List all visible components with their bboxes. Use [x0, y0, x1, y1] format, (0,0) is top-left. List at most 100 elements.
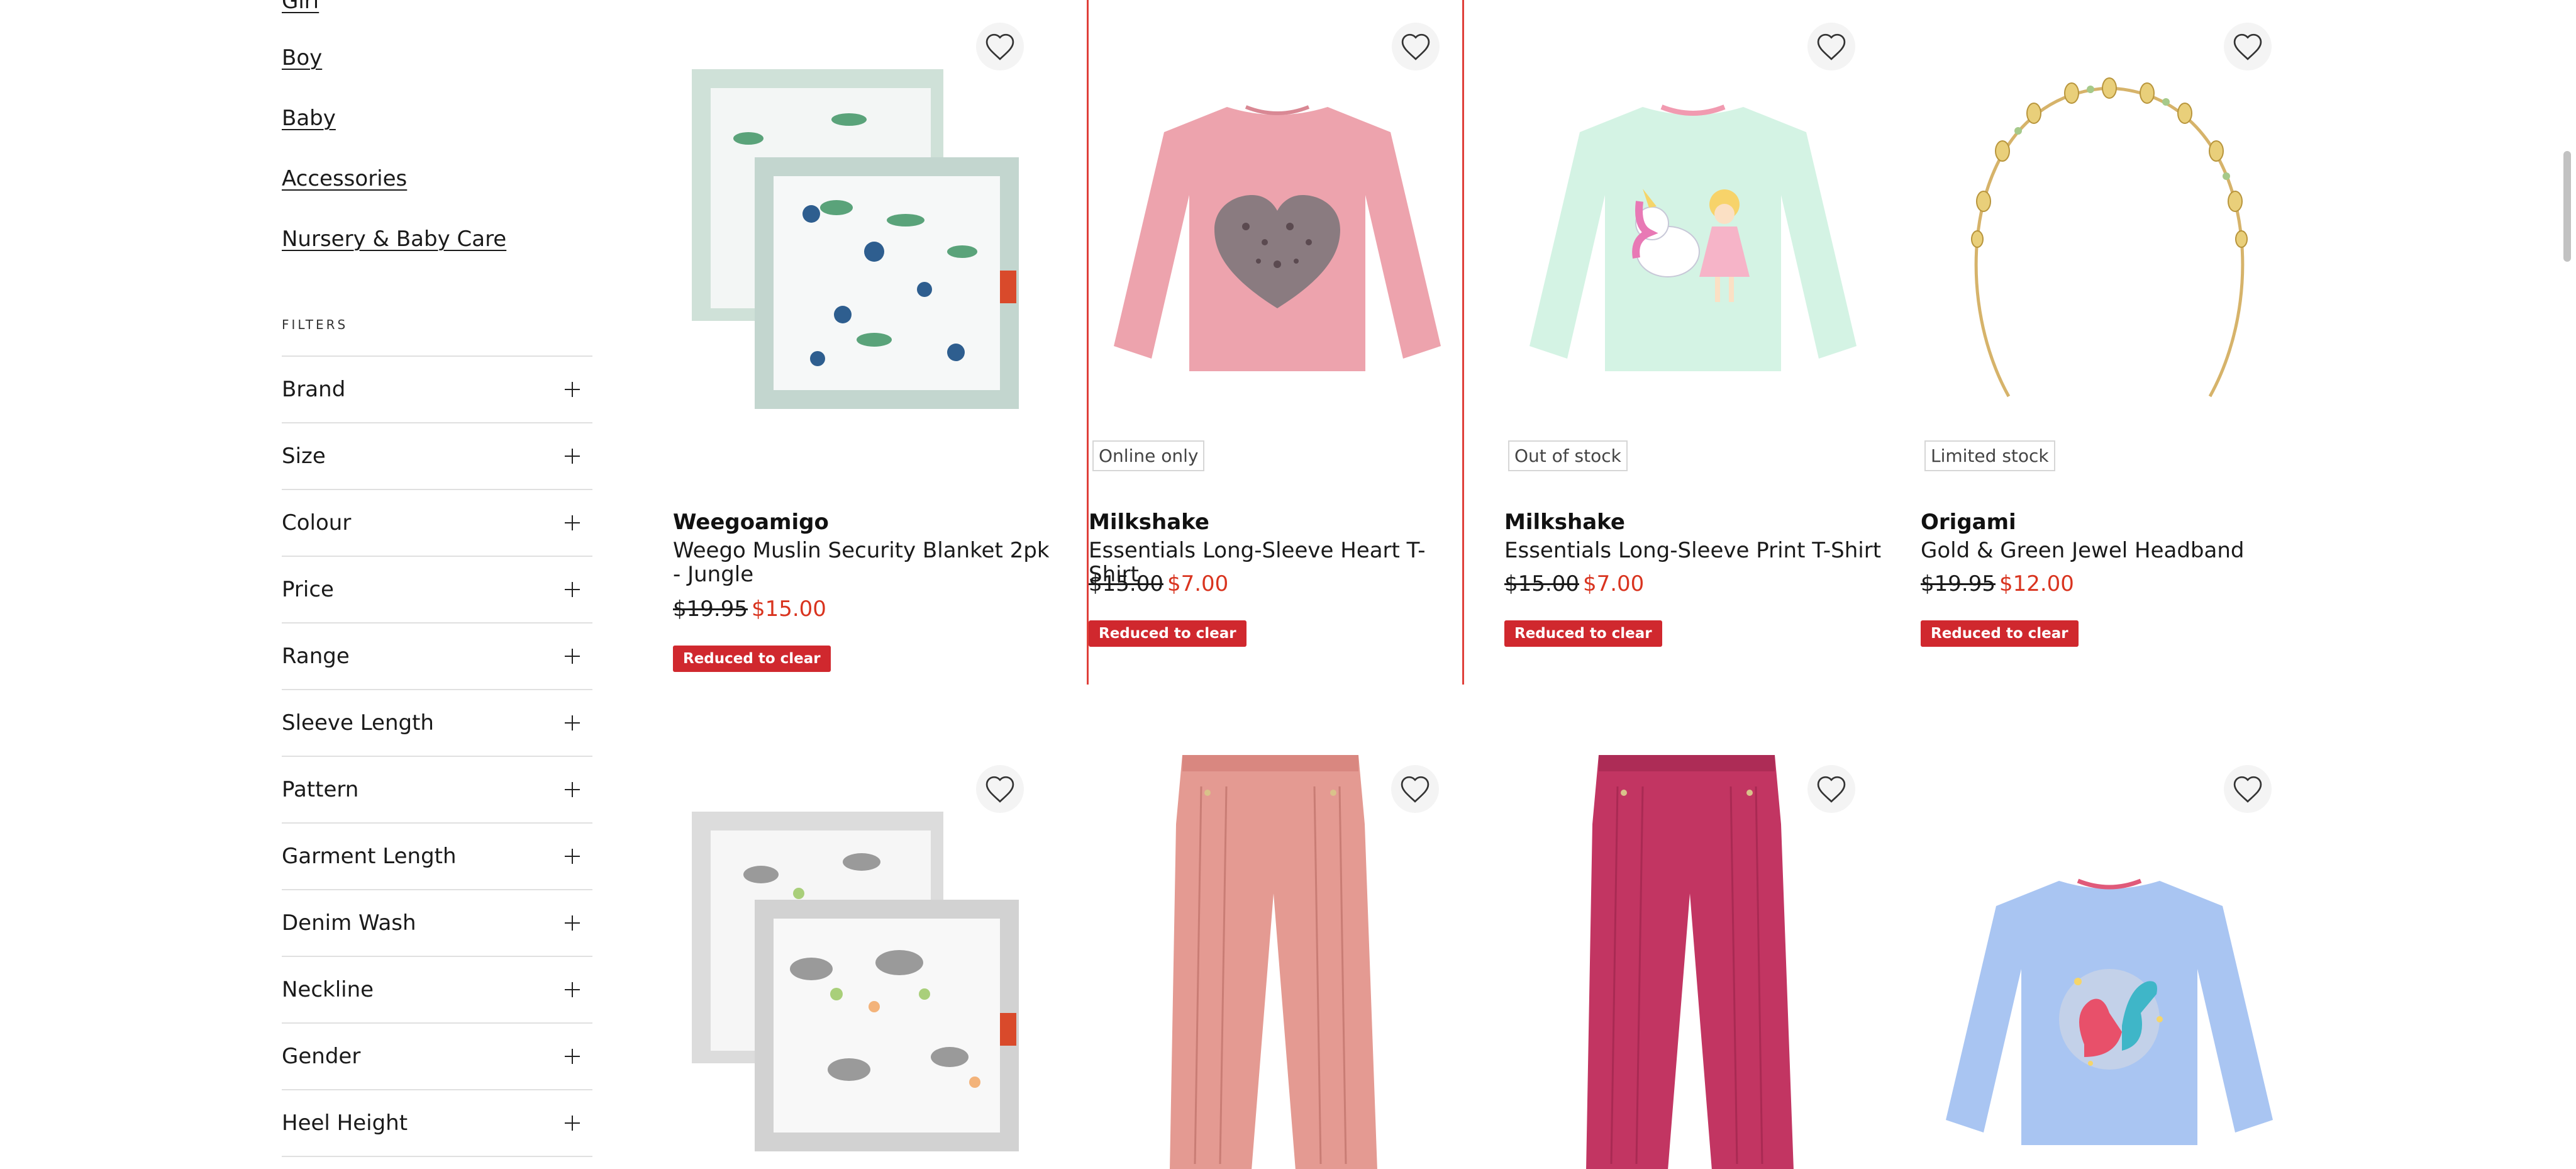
filter-label: Brand: [282, 377, 346, 402]
filter-denim-wash[interactable]: Denim Wash: [282, 890, 592, 957]
was-price: $19.95: [673, 596, 748, 622]
heart-outline-icon: [985, 776, 1014, 803]
product-brand: Milkshake: [1504, 510, 1625, 535]
plus-icon: [565, 782, 580, 797]
animal-blanket-image[interactable]: [686, 805, 1025, 1158]
wishlist-button[interactable]: [2224, 23, 2272, 70]
product-price: $15.00 $7.00: [1089, 571, 1228, 596]
wishlist-button[interactable]: [1392, 23, 1440, 70]
product-card-selected[interactable]: Online only Milkshake Essentials Long-Sl…: [1087, 0, 1464, 685]
pink-heart-tshirt-image[interactable]: [1101, 94, 1453, 384]
blue-dinosaur-tshirt-image[interactable]: [1933, 868, 2285, 1158]
filter-label: Heel Height: [282, 1110, 408, 1136]
filter-price[interactable]: Price: [282, 557, 592, 624]
heart-outline-icon: [985, 33, 1014, 60]
plus-icon: [565, 715, 580, 730]
product-card[interactable]: [1921, 742, 2298, 1169]
heart-outline-icon: [1817, 33, 1846, 60]
out-of-stock-badge: Out of stock: [1508, 440, 1628, 471]
limited-stock-badge: Limited stock: [1924, 440, 2055, 471]
filter-label: Denim Wash: [282, 910, 416, 936]
filter-label: Colour: [282, 510, 352, 535]
heart-outline-icon: [2233, 33, 2262, 60]
category-link-baby[interactable]: Baby: [282, 106, 336, 131]
filter-label: Garment Length: [282, 844, 457, 869]
product-price: $19.95 $15.00: [673, 596, 826, 622]
plus-icon: [565, 849, 580, 864]
pink-cord-pants-image[interactable]: [1151, 749, 1390, 1169]
filter-pattern[interactable]: Pattern: [282, 757, 592, 824]
filter-sleeve-length[interactable]: Sleeve Length: [282, 690, 592, 757]
plus-icon: [565, 982, 580, 997]
product-price: $19.95 $12.00: [1921, 571, 2074, 596]
sale-price: $12.00: [1999, 571, 2074, 596]
plus-icon: [565, 649, 580, 664]
sale-price: $7.00: [1167, 571, 1229, 596]
mint-unicorn-tshirt-image[interactable]: [1517, 94, 1869, 384]
plus-icon: [565, 582, 580, 597]
filter-label: Price: [282, 577, 334, 602]
filter-label: Pattern: [282, 777, 359, 802]
product-card[interactable]: [673, 742, 1050, 1169]
was-price: $19.95: [1921, 571, 1996, 596]
filter-label: Range: [282, 644, 350, 669]
wishlist-button[interactable]: [1391, 765, 1439, 813]
sale-price: $15.00: [751, 596, 826, 622]
jungle-blanket-image[interactable]: [686, 63, 1025, 415]
plus-icon: [565, 515, 580, 530]
product-card[interactable]: Out of stock Milkshake Essentials Long-S…: [1504, 0, 1882, 686]
product-brand: Milkshake: [1089, 510, 1209, 535]
product-brand: Origami: [1921, 510, 2016, 535]
reduced-to-clear-tag: Reduced to clear: [1089, 620, 1246, 647]
product-brand: Weegoamigo: [673, 510, 829, 535]
product-price: $15.00 $7.00: [1504, 571, 1644, 596]
reduced-to-clear-tag: Reduced to clear: [1504, 620, 1662, 647]
was-price: $15.00: [1504, 571, 1579, 596]
product-card[interactable]: Weegoamigo Weego Muslin Security Blanket…: [673, 0, 1050, 686]
filter-list: Brand Size Colour Price Range Sleeve Len…: [282, 355, 592, 1157]
category-link-accessories[interactable]: Accessories: [282, 166, 407, 191]
filter-brand[interactable]: Brand: [282, 357, 592, 423]
filter-label: Gender: [282, 1044, 361, 1069]
wishlist-button[interactable]: [2224, 765, 2272, 813]
filter-garment-length[interactable]: Garment Length: [282, 824, 592, 890]
category-link-girl[interactable]: Girl: [282, 0, 319, 14]
reduced-to-clear-tag: Reduced to clear: [1921, 620, 2079, 647]
filter-label: Sleeve Length: [282, 710, 434, 736]
online-only-badge: Online only: [1092, 440, 1205, 471]
category-link-nursery-baby-care[interactable]: Nursery & Baby Care: [282, 227, 506, 252]
product-name[interactable]: Weego Muslin Security Blanket 2pk - Jung…: [673, 539, 1050, 586]
filter-label: Neckline: [282, 977, 374, 1002]
filter-colour[interactable]: Colour: [282, 490, 592, 557]
product-name[interactable]: Gold & Green Jewel Headband: [1921, 539, 2298, 562]
filter-heel-height[interactable]: Heel Height: [282, 1090, 592, 1157]
plus-icon: [565, 382, 580, 397]
plus-icon: [565, 915, 580, 931]
filter-range[interactable]: Range: [282, 624, 592, 690]
product-name[interactable]: Essentials Long-Sleeve Print T-Shirt: [1504, 539, 1882, 562]
filter-neckline[interactable]: Neckline: [282, 957, 592, 1024]
wishlist-button[interactable]: [1807, 765, 1855, 813]
jewel-headband-image[interactable]: [1933, 76, 2285, 403]
scrollbar-thumb[interactable]: [2563, 151, 2571, 262]
heart-outline-icon: [1401, 33, 1430, 60]
heart-outline-icon: [1401, 776, 1430, 803]
heart-outline-icon: [2233, 776, 2262, 803]
wishlist-button[interactable]: [1807, 23, 1855, 70]
product-listing-page: Girl Boy Baby Accessories Nursery & Baby…: [0, 0, 2576, 1169]
sale-price: $7.00: [1582, 571, 1645, 596]
was-price: $15.00: [1089, 571, 1163, 596]
filter-gender[interactable]: Gender: [282, 1024, 592, 1090]
filter-size[interactable]: Size: [282, 423, 592, 490]
reduced-to-clear-tag: Reduced to clear: [673, 646, 831, 672]
plus-icon: [565, 449, 580, 464]
filters-heading: FILTERS: [282, 317, 348, 332]
filter-label: Size: [282, 444, 326, 469]
category-link-boy[interactable]: Boy: [282, 45, 322, 70]
plus-icon: [565, 1116, 580, 1131]
heart-outline-icon: [1817, 776, 1846, 803]
raspberry-cord-pants-image[interactable]: [1567, 749, 1806, 1169]
product-card[interactable]: [1504, 742, 1882, 1169]
product-card[interactable]: [1088, 742, 1465, 1169]
product-card[interactable]: Limited stock Origami Gold & Green Jewel…: [1921, 0, 2298, 686]
